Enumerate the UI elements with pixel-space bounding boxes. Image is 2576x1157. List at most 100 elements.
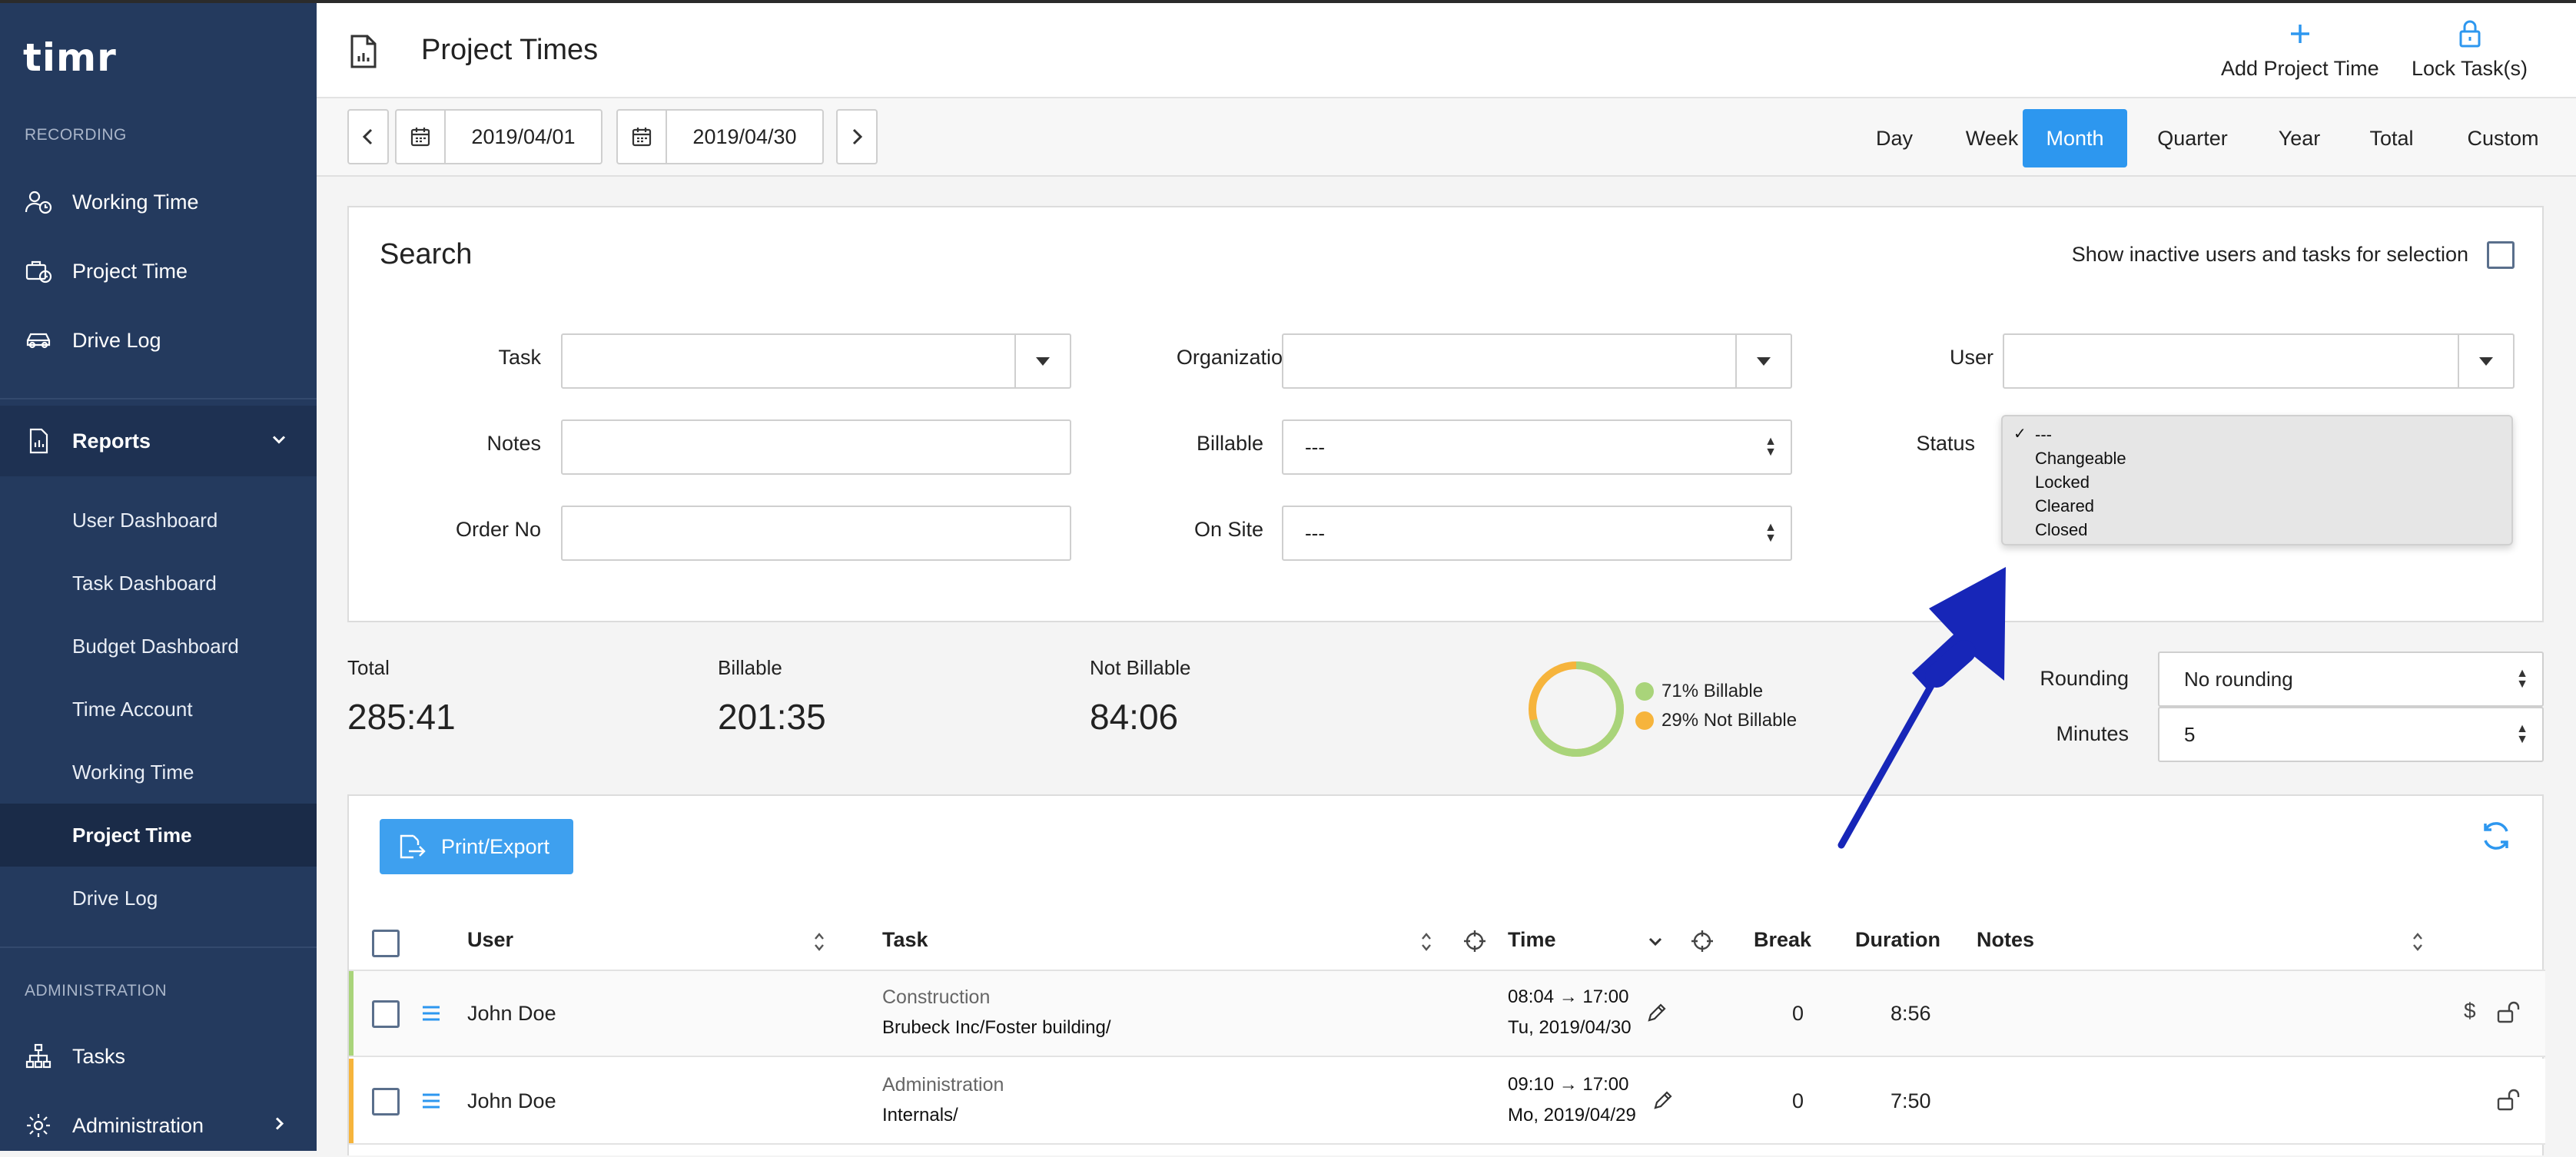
unlock-icon[interactable] [2496, 1000, 2522, 1025]
column-header-time[interactable]: Time [1508, 928, 1556, 952]
to-calendar-button[interactable] [616, 109, 667, 164]
select-all-checkbox[interactable] [372, 930, 400, 957]
briefcase-clock-icon [23, 256, 54, 287]
sidebar-item-drive-log[interactable]: Drive Log [0, 309, 317, 372]
sidebar-item-working-time-report[interactable]: Working Time [0, 741, 317, 804]
notes-input[interactable] [561, 419, 1071, 475]
period-total[interactable]: Total [2345, 109, 2438, 167]
refresh-icon[interactable] [2479, 819, 2513, 853]
caret-down-icon [1735, 335, 1791, 387]
page-title: Project Times [421, 34, 599, 66]
print-export-button[interactable]: Print/Export [380, 819, 573, 874]
user-clock-icon [23, 187, 54, 217]
from-calendar-button[interactable] [395, 109, 446, 164]
column-header-task[interactable]: Task [882, 928, 928, 952]
next-period-button[interactable] [836, 109, 878, 164]
row-break: 0 [1792, 1089, 1804, 1112]
row-date: Mo, 2019/04/29 [1508, 1105, 1636, 1126]
column-header-user[interactable]: User [467, 928, 513, 952]
search-title: Search [380, 238, 473, 270]
user-label: User [1949, 346, 1993, 369]
sidebar-item-label: Task Dashboard [72, 571, 217, 595]
on-site-value: --- [1305, 521, 1325, 545]
legend-not-billable: 29% Not Billable [1635, 710, 1797, 731]
period-custom[interactable]: Custom [2445, 109, 2561, 167]
previous-period-button[interactable] [347, 109, 389, 164]
add-project-time-button[interactable]: Add Project Time [2221, 17, 2379, 81]
sidebar-item-project-time-report[interactable]: Project Time [0, 804, 317, 867]
table-row[interactable]: John Doe Construction Brubeck Inc/Foster… [349, 971, 2545, 1057]
rounding-select[interactable]: No rounding ▲ ▼ [2158, 651, 2544, 707]
column-header-break[interactable]: Break [1754, 928, 1811, 952]
menu-icon[interactable] [421, 1092, 441, 1109]
column-header-duration[interactable]: Duration [1855, 928, 1940, 952]
pencil-icon[interactable] [1652, 1089, 1674, 1111]
sidebar-item-working-time[interactable]: Working Time [0, 171, 317, 234]
billable-select[interactable]: --- ▲ ▼ [1282, 419, 1792, 475]
rounding-value: No rounding [2184, 667, 2293, 691]
table-row[interactable]: John Doe Administration Internals/ 09:10… [349, 1059, 2545, 1145]
date-from-input[interactable]: 2019/04/01 [444, 109, 603, 164]
sidebar-item-user-dashboard[interactable]: User Dashboard [0, 489, 317, 552]
task-select[interactable] [561, 333, 1071, 389]
sort-icon[interactable] [1420, 931, 1432, 953]
sidebar-item-project-time[interactable]: Project Time [0, 240, 317, 303]
sort-icon[interactable] [813, 931, 825, 953]
chevron-down-icon[interactable] [1648, 934, 1663, 950]
crosshair-icon[interactable] [1463, 930, 1486, 953]
lock-tasks-button[interactable]: Lock Task(s) [2412, 17, 2528, 81]
caret-down-icon [2458, 335, 2513, 387]
sidebar: timr RECORDING Working Time Project Time… [0, 0, 317, 1151]
dollar-icon: $ [2464, 999, 2476, 1023]
sidebar-item-time-account[interactable]: Time Account [0, 678, 317, 741]
on-site-select[interactable]: --- ▲ ▼ [1282, 506, 1792, 561]
sidebar-item-label: Administration [72, 1113, 204, 1137]
user-select[interactable] [2003, 333, 2515, 389]
not-billable-stat-value: 84:06 [1090, 697, 1179, 737]
show-inactive-label: Show inactive users and tasks for select… [2071, 243, 2468, 266]
sidebar-item-budget-dashboard[interactable]: Budget Dashboard [0, 615, 317, 678]
minutes-select[interactable]: 5 ▲ ▼ [2158, 707, 2544, 762]
order-no-input[interactable] [561, 506, 1071, 561]
caret-down-icon [1014, 335, 1070, 387]
row-checkbox[interactable] [372, 1000, 400, 1028]
minutes-value: 5 [2184, 722, 2196, 746]
sidebar-item-label: Time Account [72, 697, 193, 721]
notes-label: Notes [486, 432, 541, 455]
period-year[interactable]: Year [2256, 109, 2342, 167]
sidebar-divider [0, 946, 317, 948]
updown-icon: ▲ ▼ [1764, 435, 1777, 459]
sidebar-item-tasks[interactable]: Tasks [0, 1025, 317, 1088]
app-logo[interactable]: timr [23, 35, 117, 80]
sidebar-item-reports[interactable]: Reports [0, 406, 317, 476]
show-inactive-checkbox[interactable] [2487, 241, 2515, 269]
row-time-range: 09:10 → 17:00 [1508, 1074, 1629, 1095]
unlock-icon[interactable] [2496, 1088, 2522, 1112]
sidebar-item-task-dashboard[interactable]: Task Dashboard [0, 552, 317, 615]
period-month[interactable]: Month [2023, 109, 2127, 167]
sidebar-item-administration[interactable]: Administration [0, 1094, 317, 1157]
total-value: 285:41 [347, 697, 456, 737]
status-option[interactable]: Changeable [2003, 446, 2511, 470]
legend-billable: 71% Billable [1635, 681, 1763, 702]
sidebar-item-drive-log-report[interactable]: Drive Log [0, 867, 317, 930]
status-option[interactable]: Locked [2003, 470, 2511, 494]
status-option[interactable]: Closed [2003, 518, 2511, 542]
status-dropdown-list[interactable]: ✓ --- Changeable Locked Cleared Closed [2001, 415, 2513, 545]
period-quarter[interactable]: Quarter [2135, 109, 2250, 167]
crosshair-icon[interactable] [1691, 930, 1714, 953]
date-to-input[interactable]: 2019/04/30 [666, 109, 824, 164]
row-time-range: 08:04 → 17:00 [1508, 986, 1629, 1007]
top-border [0, 0, 2576, 3]
period-day[interactable]: Day [1849, 109, 1940, 167]
menu-icon[interactable] [421, 1005, 441, 1022]
column-header-notes[interactable]: Notes [1977, 928, 2034, 952]
sort-icon[interactable] [2412, 931, 2424, 953]
row-checkbox[interactable] [372, 1088, 400, 1116]
add-project-time-label: Add Project Time [2221, 57, 2379, 80]
status-option[interactable]: Cleared [2003, 494, 2511, 518]
organization-select[interactable] [1282, 333, 1792, 389]
pencil-icon[interactable] [1646, 1002, 1668, 1023]
on-site-label: On Site [1193, 518, 1263, 541]
status-option[interactable]: ✓ --- [2003, 423, 2511, 446]
